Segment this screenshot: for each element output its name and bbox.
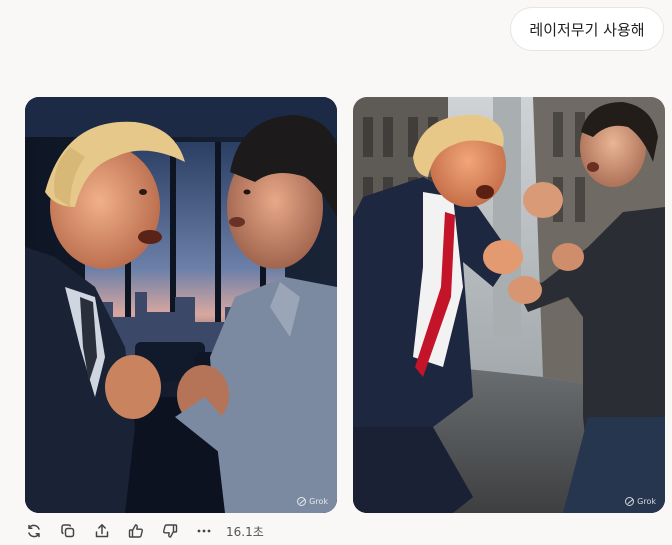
generated-image-1[interactable]: Grok	[25, 97, 337, 513]
watermark-label: Grok	[637, 497, 656, 506]
like-button[interactable]	[124, 519, 148, 543]
user-message-bubble: 레이저무기 사용해	[510, 7, 664, 51]
grok-watermark: Grok	[297, 497, 328, 506]
more-icon	[197, 529, 211, 533]
generated-image-2[interactable]: Grok	[353, 97, 665, 513]
response-time: 16.1초	[226, 524, 264, 539]
dislike-button[interactable]	[158, 519, 182, 543]
more-options-button[interactable]	[192, 519, 216, 543]
copy-icon	[61, 524, 75, 538]
response-action-bar: 16.1초	[22, 519, 264, 543]
copy-button[interactable]	[56, 519, 80, 543]
share-icon	[95, 524, 109, 538]
watermark-label: Grok	[309, 497, 328, 506]
regenerate-button[interactable]	[22, 519, 46, 543]
grok-logo-icon	[297, 497, 307, 506]
thumbs-up-icon	[128, 524, 143, 538]
share-button[interactable]	[90, 519, 114, 543]
street-fight-illustration	[353, 97, 665, 513]
user-message-text: 레이저무기 사용해	[529, 20, 645, 39]
office-confrontation-illustration	[25, 97, 337, 513]
regenerate-icon	[28, 524, 40, 538]
grok-logo-icon	[625, 497, 635, 506]
thumbs-down-icon	[163, 524, 178, 538]
grok-watermark: Grok	[625, 497, 656, 506]
